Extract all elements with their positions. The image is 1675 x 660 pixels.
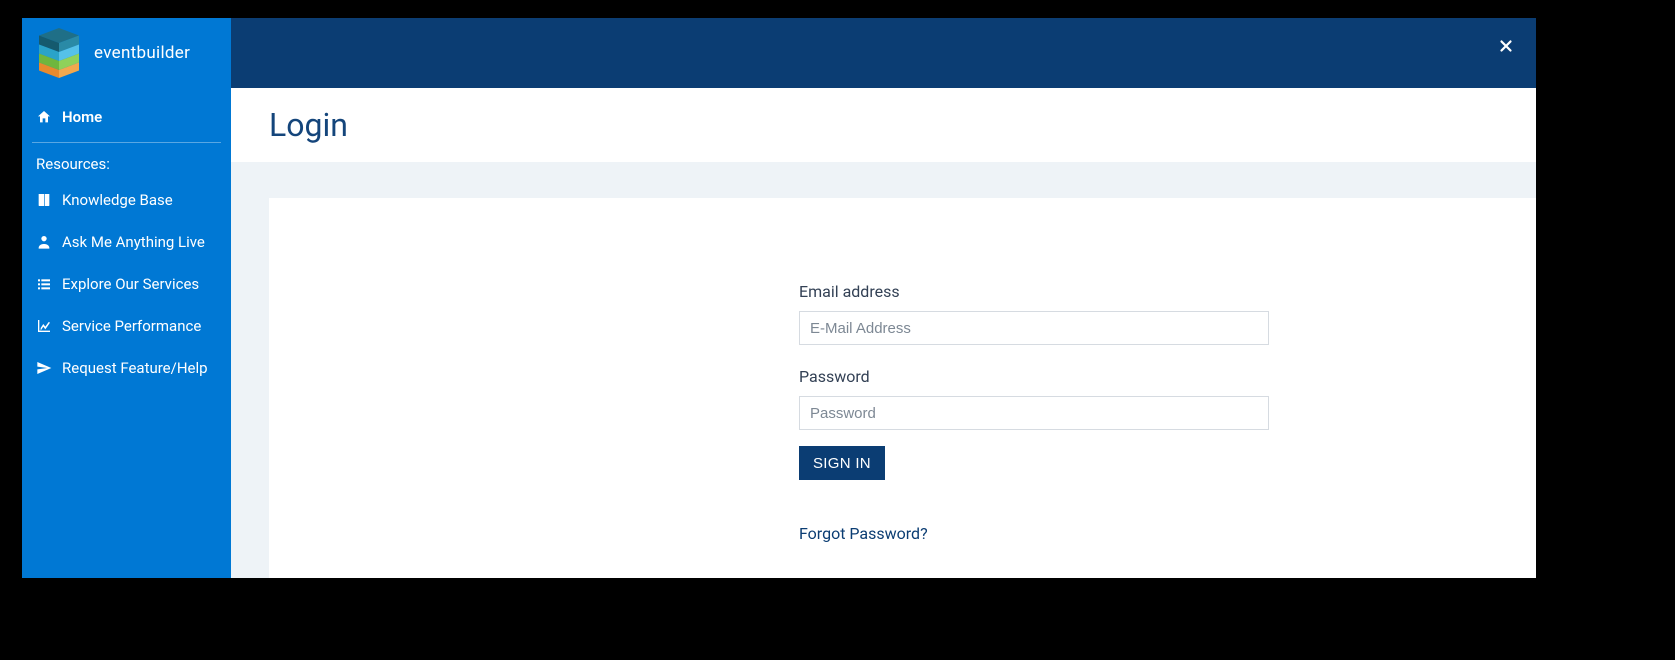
content-area: Email address Password SIGN IN Forgot Pa… [231,162,1536,578]
sidebar-item-label: Ask Me Anything Live [62,233,205,251]
login-form: Email address Password SIGN IN Forgot Pa… [799,282,1269,543]
home-icon [36,109,52,125]
list-icon [36,276,52,292]
sidebar-item-knowledge-base[interactable]: Knowledge Base [22,179,231,221]
page-title-bar: Login [231,88,1536,162]
sidebar-item-label: Knowledge Base [62,191,173,209]
forgot-password-link[interactable]: Forgot Password? [799,524,1269,543]
brand-area: eventbuilder [22,18,231,96]
sidebar: eventbuilder Home Resources: Knowledge B… [22,18,231,578]
sidebar-item-home[interactable]: Home [22,96,231,138]
sidebar-item-request-feature[interactable]: Request Feature/Help [22,347,231,389]
sidebar-item-explore-services[interactable]: Explore Our Services [22,263,231,305]
sidebar-item-label: Request Feature/Help [62,359,208,377]
login-card: Email address Password SIGN IN Forgot Pa… [269,198,1536,578]
sidebar-item-label: Service Performance [62,317,201,335]
signin-button[interactable]: SIGN IN [799,446,885,480]
app-frame: eventbuilder Home Resources: Knowledge B… [22,18,1536,578]
paper-plane-icon [36,360,52,376]
sidebar-toggle-handle[interactable] [22,420,32,446]
sidebar-item-label: Explore Our Services [62,275,199,293]
sidebar-item-label: Home [62,108,102,126]
close-button[interactable] [1484,26,1528,70]
sidebar-item-ask-me-anything[interactable]: Ask Me Anything Live [22,221,231,263]
close-icon [1497,37,1515,59]
chart-line-icon [36,318,52,334]
password-label: Password [799,367,1269,386]
book-icon [36,192,52,208]
top-bar [231,18,1536,88]
email-field[interactable] [799,311,1269,345]
sidebar-section-label: Resources: [22,149,231,179]
sidebar-item-service-performance[interactable]: Service Performance [22,305,231,347]
email-label: Email address [799,282,1269,301]
page-title: Login [269,106,348,144]
sidebar-divider [32,142,221,143]
password-field[interactable] [799,396,1269,430]
person-icon [36,234,52,250]
brand-logo-icon [34,28,84,78]
brand-name: eventbuilder [94,43,190,63]
